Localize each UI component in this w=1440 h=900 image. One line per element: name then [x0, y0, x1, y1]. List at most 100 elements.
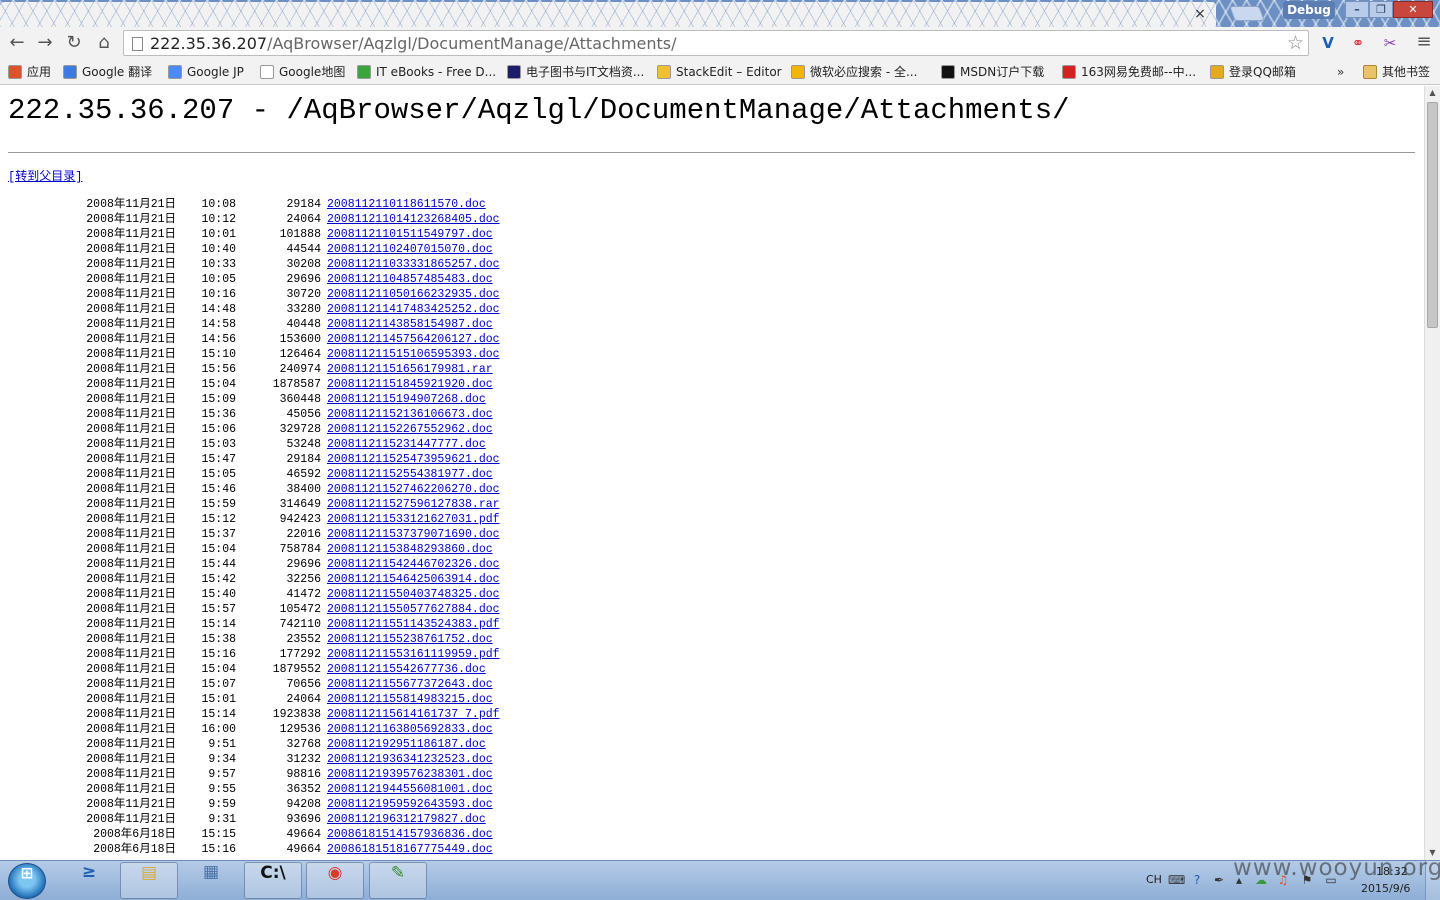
url-text[interactable]: 222.35.36.207/AqBrowser/Aqzlgl/DocumentM… — [150, 34, 677, 53]
tool-extension-icon[interactable]: ✂ — [1380, 33, 1400, 53]
language-indicator[interactable]: CH — [1146, 873, 1162, 886]
bookmarks-more-icon[interactable]: » — [1337, 62, 1344, 82]
notepad-app[interactable]: ✎ — [369, 862, 427, 899]
calculator-app[interactable]: ▦ — [182, 862, 240, 899]
file-link[interactable]: 200811211417483425252.doc — [327, 302, 500, 317]
bookmark-item[interactable]: 163网易免费邮--中... — [1062, 62, 1196, 82]
file-link[interactable]: 2008112115542677736.doc — [327, 662, 486, 677]
bookmark-item[interactable]: 应用 — [8, 62, 51, 82]
file-link[interactable]: 20086181518167775449.doc — [327, 842, 493, 857]
sync-extension-icon[interactable]: ⚭ — [1348, 33, 1368, 53]
file-link[interactable]: 200811211014123268405.doc — [327, 212, 500, 227]
minimize-button[interactable]: – — [1345, 1, 1369, 18]
clock-date[interactable]: 2015/9/6 — [1361, 882, 1410, 895]
vertical-scrollbar[interactable]: ▲ ▼ — [1424, 86, 1440, 860]
keyboard-icon[interactable]: ⌨ — [1168, 873, 1185, 887]
file-link[interactable]: 20081121155677372643.doc — [327, 677, 493, 692]
file-link[interactable]: 200811211457564206127.doc — [327, 332, 500, 347]
reload-icon[interactable]: ↻ — [63, 32, 85, 54]
file-link[interactable]: 2008112192951186187.doc — [327, 737, 486, 752]
scroll-thumb[interactable] — [1427, 102, 1438, 328]
file-link[interactable]: 20081121939576238301.doc — [327, 767, 493, 782]
file-link[interactable]: 20081121102407015070.doc — [327, 242, 493, 257]
bookmark-item[interactable]: StackEdit – Editor — [657, 62, 782, 82]
file-link[interactable]: 20081121153848293860.doc — [327, 542, 493, 557]
home-icon[interactable]: ⌂ — [93, 32, 115, 54]
file-time: 15:16 — [201, 648, 236, 661]
bookmark-item[interactable]: Google 翻译 — [63, 62, 152, 82]
new-tab-button[interactable] — [1229, 6, 1265, 21]
file-link[interactable]: 2008112115194907268.doc — [327, 392, 486, 407]
file-link[interactable]: 200811211527462206270.doc — [327, 482, 500, 497]
bookmark-item[interactable]: 登录QQ邮箱 — [1210, 62, 1296, 82]
file-link[interactable]: 200811211550577627884.doc — [327, 602, 500, 617]
file-link[interactable]: 20081121152267552962.doc — [327, 422, 493, 437]
bookmark-item[interactable]: Google JP — [168, 62, 244, 82]
other-bookmarks[interactable]: 其他书签 — [1363, 62, 1430, 82]
file-date: 2008年11月21日 — [86, 288, 176, 301]
scroll-up-icon[interactable]: ▲ — [1425, 86, 1440, 100]
file-link[interactable]: 200811211527596127838.rar — [327, 497, 500, 512]
file-link[interactable]: 20081121959592643593.doc — [327, 797, 493, 812]
file-link[interactable]: 200811211542446702326.doc — [327, 557, 500, 572]
file-link[interactable]: 200811211553161119959.pdf — [327, 647, 500, 662]
file-link[interactable]: 2008112196312179827.doc — [327, 812, 486, 827]
tab-active[interactable] — [0, 2, 1216, 27]
file-link[interactable]: 20081121155238761752.doc — [327, 632, 493, 647]
file-row: 2008年11月21日 15:38 23552 2008112115523876175… — [0, 632, 600, 647]
tab-close-icon[interactable]: × — [1190, 5, 1210, 23]
file-link[interactable]: 20081121155814983215.doc — [327, 692, 493, 707]
file-link[interactable]: 200811211533121627031.pdf — [327, 512, 500, 527]
page-title: 222.35.36.207 - /AqBrowser/Aqzlgl/Docume… — [8, 94, 1070, 127]
file-row: 2008年11月21日 15:46 38400 2008112115274622062… — [0, 482, 600, 497]
file-link[interactable]: 200811211537379071690.doc — [327, 527, 500, 542]
file-link[interactable]: 200811211515106595393.doc — [327, 347, 500, 362]
file-link[interactable]: 20081121104857485483.doc — [327, 272, 493, 287]
bookmark-item[interactable]: MSDN订户下载 — [941, 62, 1044, 82]
file-row: 2008年11月21日 15:03 53248 2008112115231447777… — [0, 437, 600, 452]
file-link[interactable]: 20081121152554381977.doc — [327, 467, 493, 482]
file-link[interactable]: 20081121101511549797.doc — [327, 227, 493, 242]
file-link[interactable]: 20086181514157936836.doc — [327, 827, 493, 842]
file-link[interactable]: 200811211546425063914.doc — [327, 572, 500, 587]
pen-icon[interactable]: ✒ — [1212, 873, 1226, 887]
file-link[interactable]: 2008112115614161737 7.pdf — [327, 707, 500, 722]
star-icon[interactable]: ☆ — [1287, 32, 1304, 54]
file-link[interactable]: 200811211550403748325.doc — [327, 587, 500, 602]
file-link[interactable]: 20081121151656179981.rar — [327, 362, 493, 377]
menu-icon[interactable]: ≡ — [1414, 32, 1434, 52]
file-link[interactable]: 200811211551143524383.pdf — [327, 617, 500, 632]
file-link[interactable]: 200811211525473959621.doc — [327, 452, 500, 467]
powershell-app[interactable]: ≥ — [60, 862, 118, 899]
file-link[interactable]: 20081121143858154987.doc — [327, 317, 493, 332]
explorer-app[interactable]: ▤ — [120, 862, 178, 899]
vpn-extension-icon[interactable]: V — [1318, 33, 1338, 53]
bookmark-item[interactable]: Google地图 — [260, 62, 345, 82]
file-link[interactable]: 2008112115231447777.doc — [327, 437, 486, 452]
bookmark-item[interactable]: 电子图书与IT文档资... — [507, 62, 644, 82]
file-link[interactable]: 20081121152136106673.doc — [327, 407, 493, 422]
bookmark-item[interactable]: IT eBooks - Free D... — [357, 62, 496, 82]
start-button[interactable]: ⊞ — [8, 863, 46, 899]
window-close-button[interactable]: ✕ — [1393, 1, 1433, 18]
file-link[interactable]: 20081121944556081001.doc — [327, 782, 493, 797]
file-link[interactable]: 20081121101186115​70.doc — [327, 197, 486, 212]
bookmark-item[interactable]: 微软必应搜索 - 全... — [791, 62, 917, 82]
file-link[interactable]: 20081121151845921920.doc — [327, 377, 493, 392]
file-time: 15:57 — [201, 603, 236, 616]
chrome-app[interactable]: ◉ — [306, 862, 364, 899]
file-date: 2008年11月21日 — [86, 693, 176, 706]
parent-directory-link[interactable]: [转到父目录] — [8, 167, 82, 184]
file-link[interactable]: 20081121936341232523.doc — [327, 752, 493, 767]
back-icon[interactable]: ← — [6, 32, 28, 54]
file-link[interactable]: 200811211050166232935.doc — [327, 287, 500, 302]
file-link[interactable]: 20081121163805692833.doc — [327, 722, 493, 737]
cmd-app[interactable]: C:\ — [244, 862, 302, 899]
file-link[interactable]: 200811211033331865257.doc — [327, 257, 500, 272]
address-bar[interactable]: 222.35.36.207/AqBrowser/Aqzlgl/DocumentM… — [123, 30, 1309, 56]
forward-icon[interactable]: → — [34, 32, 56, 54]
restore-button[interactable]: ❐ — [1369, 1, 1393, 18]
file-size: 31232 — [286, 753, 321, 766]
file-row: 2008年11月21日 9:31 93696 2008112196312179827.… — [0, 812, 600, 827]
help-icon[interactable]: ? — [1190, 873, 1204, 887]
